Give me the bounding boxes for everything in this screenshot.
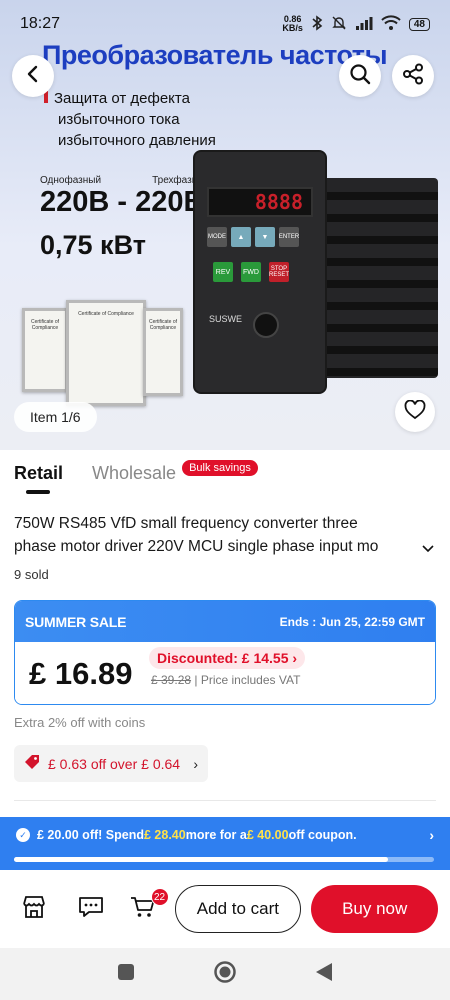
add-to-cart-button[interactable]: Add to cart [174,885,302,933]
certificate-image: Certificate of Compliance [143,308,183,396]
certificate-image: Certificate of Compliance [22,308,68,392]
product-title[interactable]: 750W RS485 VfD small frequency converter… [14,512,434,558]
discount-pill[interactable]: Discounted: £ 14.55 › [149,647,306,669]
image-counter: Item 1/6 [14,402,97,432]
back-nav-button[interactable] [315,962,333,987]
search-icon [349,63,371,90]
bottom-action-bar: 22 Add to cart Buy now [0,870,450,948]
bluetooth-icon [311,14,323,34]
tab-wholesale[interactable]: Wholesale [92,463,176,484]
tab-active-indicator [26,490,50,494]
heart-icon [404,399,426,425]
chevron-down-icon[interactable] [422,538,434,561]
hero-bullet: избыточного давления [58,132,216,149]
sale-header: SUMMER SALE Ends : Jun 25, 22:59 GMT [15,601,435,642]
network-speed: 0.86 KB/s [282,14,303,33]
coupon-progress-fill [14,857,388,862]
device-brand: SUSWE [209,314,243,324]
sold-count: 9 sold [14,567,49,582]
hero-bullets: Защита от дефекта избыточного тока избыт… [44,88,216,151]
chevron-right-icon: › [292,650,298,666]
status-bar: 18:27 0.86 KB/s 48 [0,0,450,48]
original-price: £ 39.28 [151,673,192,687]
chevron-right-icon: › [193,755,198,772]
original-price-row: £ 39.28 | Price includes VAT [151,673,300,687]
back-button[interactable] [12,55,54,97]
battery-indicator: 48 [408,17,430,31]
signal-icon [355,16,373,33]
recent-apps-button[interactable] [117,963,135,986]
sale-end-time: Ends : Jun 25, 22:59 GMT [279,614,425,629]
coupon-progress-bar [14,857,434,862]
sale-label: SUMMER SALE [25,613,127,630]
device-display: 8888 [207,187,313,217]
tag-icon [24,754,40,773]
chevron-left-icon [26,65,40,88]
status-time: 18:27 [20,15,61,32]
hero-bullet: Защита от дефекта [44,88,216,109]
promo-text: ✓ £ 20.00 off! Spend £ 28.40 more for a … [16,827,434,843]
store-button[interactable] [12,886,56,932]
coupon-chip[interactable]: £ 0.63 off over £ 0.64 › [14,745,208,782]
certificate-image: Certificate of Compliance [66,300,146,406]
hero-bullet: избыточного тока [58,111,180,128]
buy-now-button[interactable]: Buy now [311,885,439,933]
phase-labels: Однофазный Трехфазный [40,175,210,186]
device-mode-button: MODE [207,227,227,247]
store-icon [21,895,47,924]
vat-note: | Price includes VAT [191,673,301,687]
system-navigation-bar [0,948,450,1000]
coupon-promo-banner[interactable]: ✓ £ 20.00 off! Spend £ 28.40 more for a … [0,817,450,870]
device-enter-button: ENTER [279,227,299,247]
device-up-button: ▲ [231,227,251,247]
device-stop-button: STOP RESET [269,262,289,282]
device-knob [253,312,279,338]
bulk-savings-badge: Bulk savings [182,460,258,476]
home-button[interactable] [213,960,237,989]
hero-voltage: 220В - 220В [40,186,205,218]
chevron-right-icon: › [429,827,434,843]
wifi-icon [381,14,401,34]
product-image-gallery[interactable]: Преобразователь частоты Защита от дефект… [0,0,450,450]
price-card: SUMMER SALE Ends : Jun 25, 22:59 GMT £ 1… [14,600,436,705]
current-price: £ 16.89 [29,656,133,691]
hero-power: 0,75 кВт [40,230,146,260]
cart-button[interactable]: 22 [121,886,169,932]
device-down-button: ▼ [255,227,275,247]
share-icon [402,63,424,90]
wishlist-button[interactable] [395,392,435,432]
tab-retail[interactable]: Retail [14,463,63,494]
divider [14,800,436,801]
check-icon: ✓ [16,828,30,842]
pricing-tabs: Retail Wholesale Bulk savings [14,460,258,494]
device-heatsink [320,178,438,378]
message-icon [78,895,104,924]
device-rev-button: REV [213,262,233,282]
cart-count-badge: 22 [150,888,169,906]
price-body: £ 16.89 Discounted: £ 14.55 › £ 39.28 | … [15,642,435,704]
chat-button[interactable] [70,886,114,932]
device-fwd-button: FWD [241,262,261,282]
device-front-panel: 8888 MODE ▲ ▼ ENTER REV FWD STOP RESET S… [195,152,325,392]
search-button[interactable] [339,55,381,97]
coins-discount-text: Extra 2% off with coins [14,715,146,730]
mute-icon [331,15,347,34]
share-button[interactable] [392,55,434,97]
status-icons: 0.86 KB/s 48 [282,15,430,34]
